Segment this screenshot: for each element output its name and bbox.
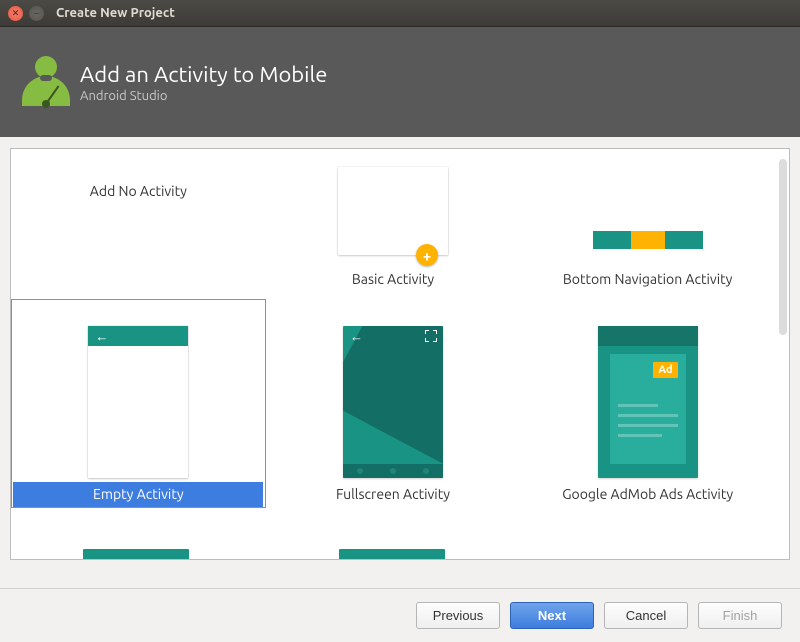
fab-plus-icon (416, 244, 438, 266)
activity-label: Empty Activity (13, 482, 263, 508)
activity-label: Google AdMob Ads Activity (523, 482, 773, 508)
cancel-button[interactable]: Cancel (604, 602, 688, 629)
activity-option-empty[interactable]: ← Empty Activity (11, 299, 266, 508)
activity-option-admob[interactable]: Ad Google AdMob Ads Activity (520, 299, 775, 508)
window-close-button[interactable]: ✕ (8, 6, 23, 21)
activity-option-basic[interactable]: Basic Activity (266, 149, 521, 299)
activity-label: Add No Activity (13, 179, 263, 205)
fullscreen-icon (425, 330, 437, 342)
ad-badge: Ad (653, 362, 677, 378)
admob-activity-preview: Ad (598, 326, 698, 478)
empty-activity-preview: ← (88, 326, 188, 478)
scrollbar-thumb[interactable] (779, 159, 787, 335)
window-titlebar: ✕ – Create New Project (0, 0, 800, 27)
window-minimize-button[interactable]: – (29, 6, 44, 21)
activity-option-peek[interactable] (83, 549, 189, 559)
activity-option-bottom-navigation[interactable]: Bottom Navigation Activity (520, 149, 775, 299)
page-subtitle: Android Studio (80, 89, 327, 103)
wizard-header: Add an Activity to Mobile Android Studio (0, 27, 800, 137)
back-arrow-icon: ← (350, 329, 363, 344)
activity-option-peek[interactable] (339, 549, 445, 559)
fullscreen-activity-preview: ← (343, 326, 443, 478)
finish-button: Finish (698, 602, 782, 629)
activity-label: Basic Activity (268, 267, 518, 293)
back-arrow-icon: ← (95, 329, 108, 344)
activity-label: Bottom Navigation Activity (523, 267, 773, 293)
basic-activity-preview (338, 167, 448, 255)
android-studio-logo-icon (22, 58, 70, 106)
previous-button[interactable]: Previous (416, 602, 500, 629)
activity-option-fullscreen[interactable]: ← Fullscreen Activity (266, 299, 521, 508)
bottom-navigation-preview (593, 231, 703, 249)
activity-gallery-panel: Add No Activity Basic Activity Bottom Na… (10, 148, 790, 560)
next-button[interactable]: Next (510, 602, 594, 629)
wizard-footer: Previous Next Cancel Finish (0, 588, 800, 642)
activity-option-add-no-activity[interactable]: Add No Activity (11, 149, 266, 299)
page-title: Add an Activity to Mobile (80, 62, 327, 87)
window-title: Create New Project (56, 6, 175, 20)
activity-label: Fullscreen Activity (268, 482, 518, 508)
